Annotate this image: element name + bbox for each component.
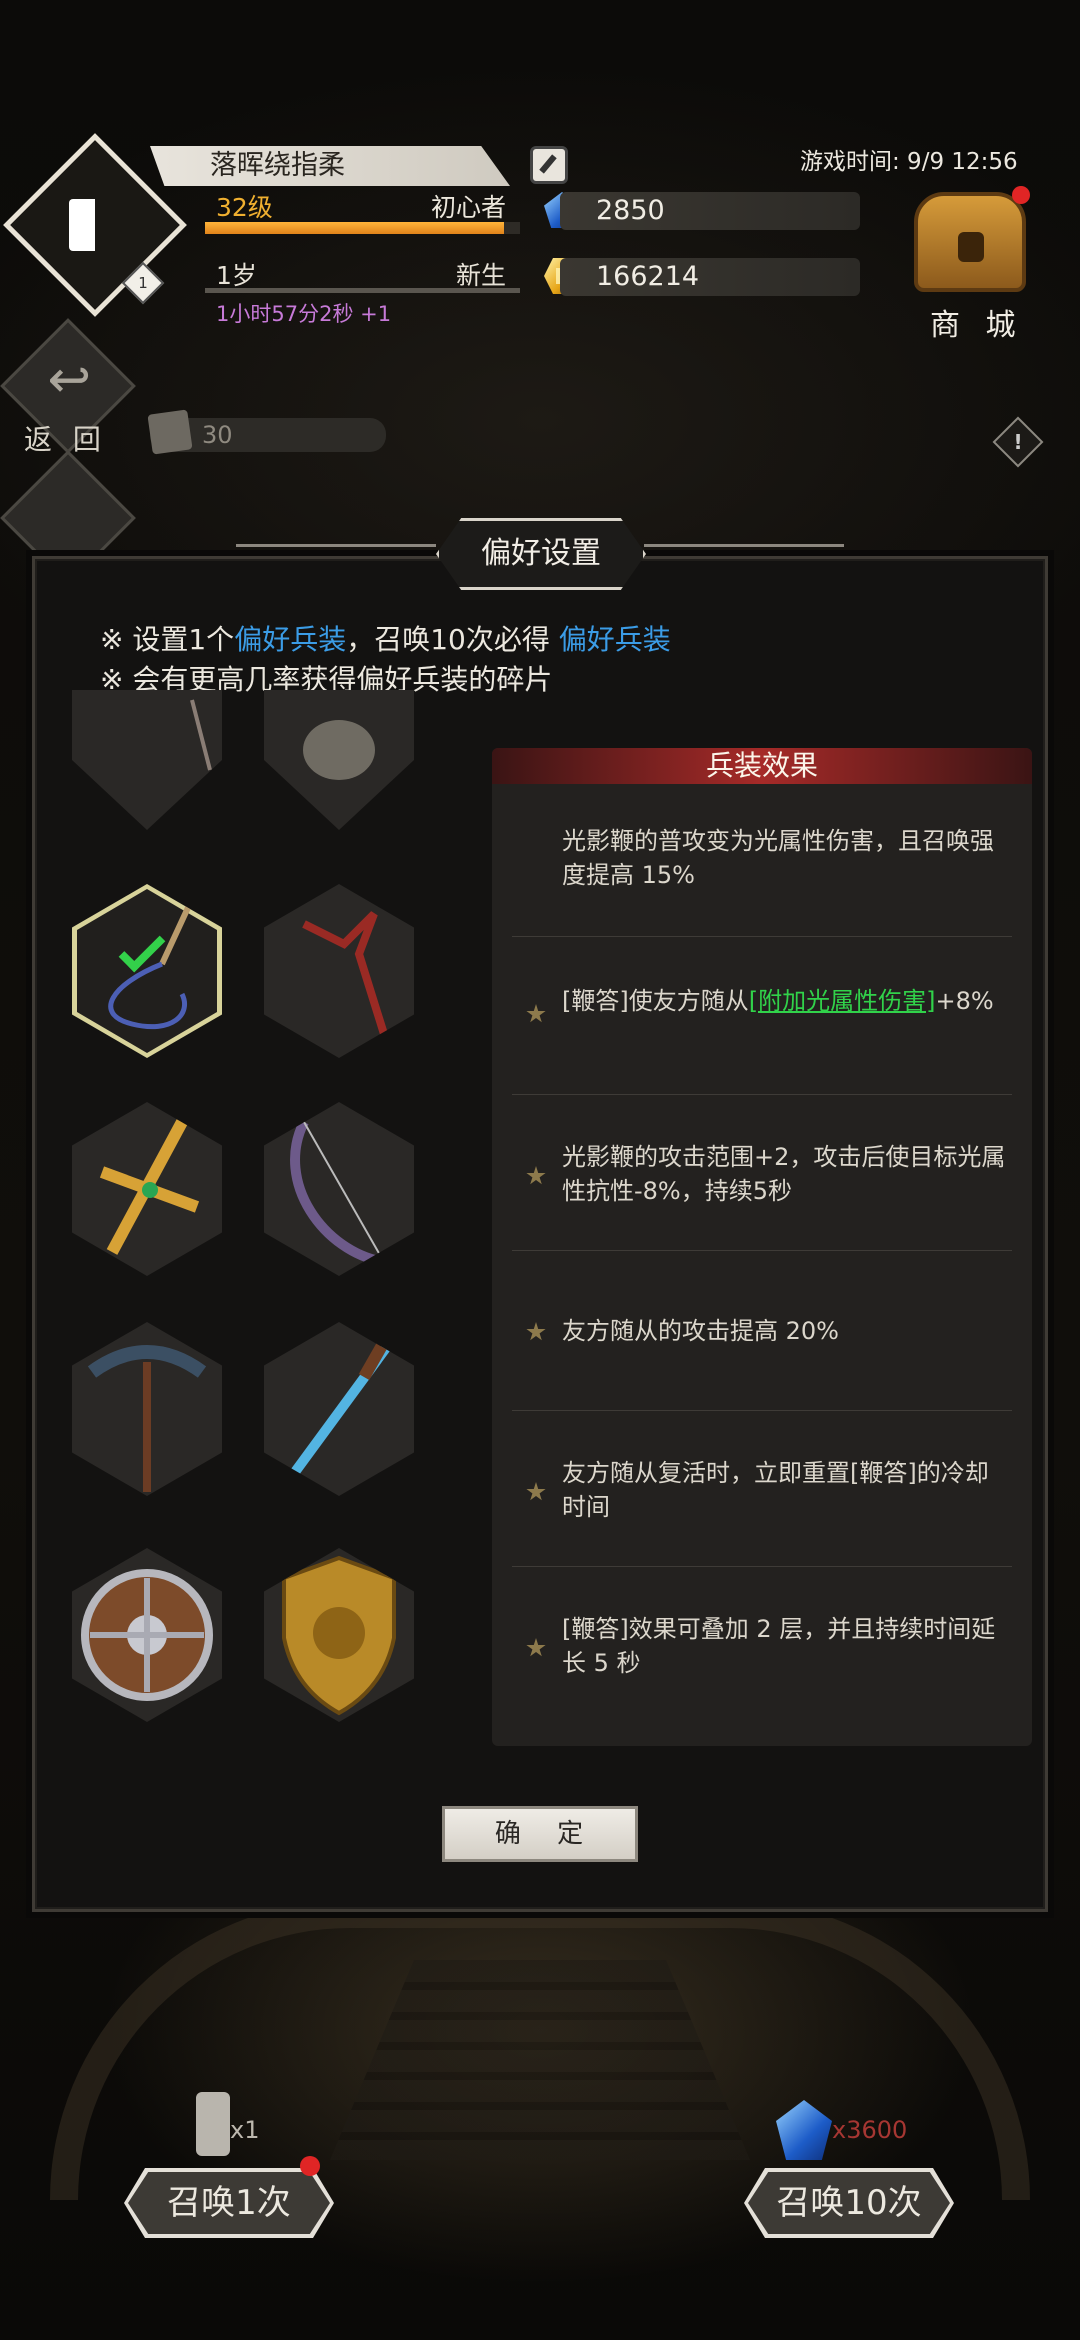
summon-ten-label: 召唤10次 — [748, 2172, 950, 2234]
player-level: 32级 — [216, 193, 273, 222]
title-wing-left — [236, 544, 436, 547]
age-bar — [205, 288, 520, 293]
star-icon — [526, 1004, 546, 1023]
effect-2-post: +8% — [935, 987, 994, 1015]
divider — [512, 1094, 1012, 1095]
summon-once-cost: x1 — [230, 2116, 260, 2144]
shop-notification-dot — [1012, 186, 1030, 204]
divider — [512, 936, 1012, 937]
summon-ten-button[interactable]: 召唤10次 — [744, 2168, 954, 2238]
player-title: 初心者 — [430, 193, 506, 222]
summon-scroll-icon — [196, 2092, 230, 2156]
growth-timer: 1小时57分2秒 +1 — [216, 302, 392, 326]
divider — [512, 1410, 1012, 1411]
effects-panel: 兵装效果 光影鞭的普攻变为光属性伤害，且召唤强度提高 15% [鞭答]使友方随从… — [492, 748, 1032, 1746]
info1-mid: ，召唤10次必得 — [346, 623, 559, 656]
effect-text-2: [鞭答]使友方随从[附加光属性伤害]+8% — [562, 984, 1012, 1018]
effect-text-3: 光影鞭的攻击范围+2，攻击后使目标光属性抗性-8%，持续5秒 — [562, 1143, 1006, 1205]
info-line-1: ※ 设置1个偏好兵装，召唤10次必得 偏好兵装 — [100, 618, 671, 658]
shop-chest-icon[interactable] — [914, 192, 1026, 292]
effect-2-link[interactable]: [附加光属性伤害] — [749, 987, 936, 1015]
info1-highlight-1: 偏好兵装 — [234, 623, 347, 656]
effect-text-4: 友方随从的攻击提高 20% — [562, 1317, 839, 1345]
shop-label[interactable]: 商 城 — [930, 300, 1024, 344]
effect-2-pre: [鞭答]使友方随从 — [562, 987, 749, 1015]
divider — [512, 1250, 1012, 1251]
summon-once-label: 召唤1次 — [128, 2172, 330, 2234]
info1-highlight-2: 偏好兵装 — [558, 623, 671, 656]
divider — [512, 1566, 1012, 1567]
confirm-button[interactable]: 确 定 — [442, 1806, 638, 1862]
gem-count-text: 2850 — [596, 195, 665, 226]
summon-once-button[interactable]: 召唤1次 — [124, 2168, 334, 2238]
star-icon — [526, 1638, 546, 1657]
modal-title: 偏好设置 — [436, 518, 646, 590]
star-icon — [526, 1482, 546, 1501]
title-wing-right — [644, 544, 844, 547]
effects-header: 兵装效果 — [492, 748, 1032, 784]
rank-emblem-icon — [69, 199, 121, 251]
summon-notification-dot — [300, 2156, 320, 2176]
age-row: 1岁 新生 — [216, 256, 506, 292]
player-age: 1岁 — [216, 261, 257, 290]
player-name: 落晖绕指柔 — [150, 146, 510, 186]
star-icon — [526, 1166, 546, 1185]
effect-text-5: 友方随从复活时，立即重置[鞭答]的冷却时间 — [562, 1459, 989, 1521]
effect-text-1: 光影鞭的普攻变为光属性伤害，且召唤强度提高 15% — [562, 827, 994, 889]
gem-count[interactable]: 2850 — [560, 192, 860, 230]
level-row: 32级 初心者 — [216, 188, 506, 224]
edit-name-icon[interactable] — [530, 146, 568, 184]
rank-badge-text: 1 — [138, 274, 148, 292]
scroll-icon — [147, 409, 193, 455]
game-time: 游戏时间: 9/9 12:56 — [800, 149, 1018, 175]
gold-count[interactable]: 166214 — [560, 258, 860, 296]
effect-text-6: [鞭答]效果可叠加 2 层，并且持续时间延长 5 秒 — [562, 1615, 996, 1677]
xp-bar — [205, 222, 520, 234]
xp-bar-fill — [205, 222, 505, 234]
summon-ten-cost: x3600 — [832, 2116, 908, 2144]
age-stage: 新生 — [455, 261, 506, 290]
info1-prefix: ※ 设置1个 — [100, 623, 235, 656]
star-icon — [526, 1322, 546, 1341]
gold-count-text: 166214 — [596, 261, 700, 292]
